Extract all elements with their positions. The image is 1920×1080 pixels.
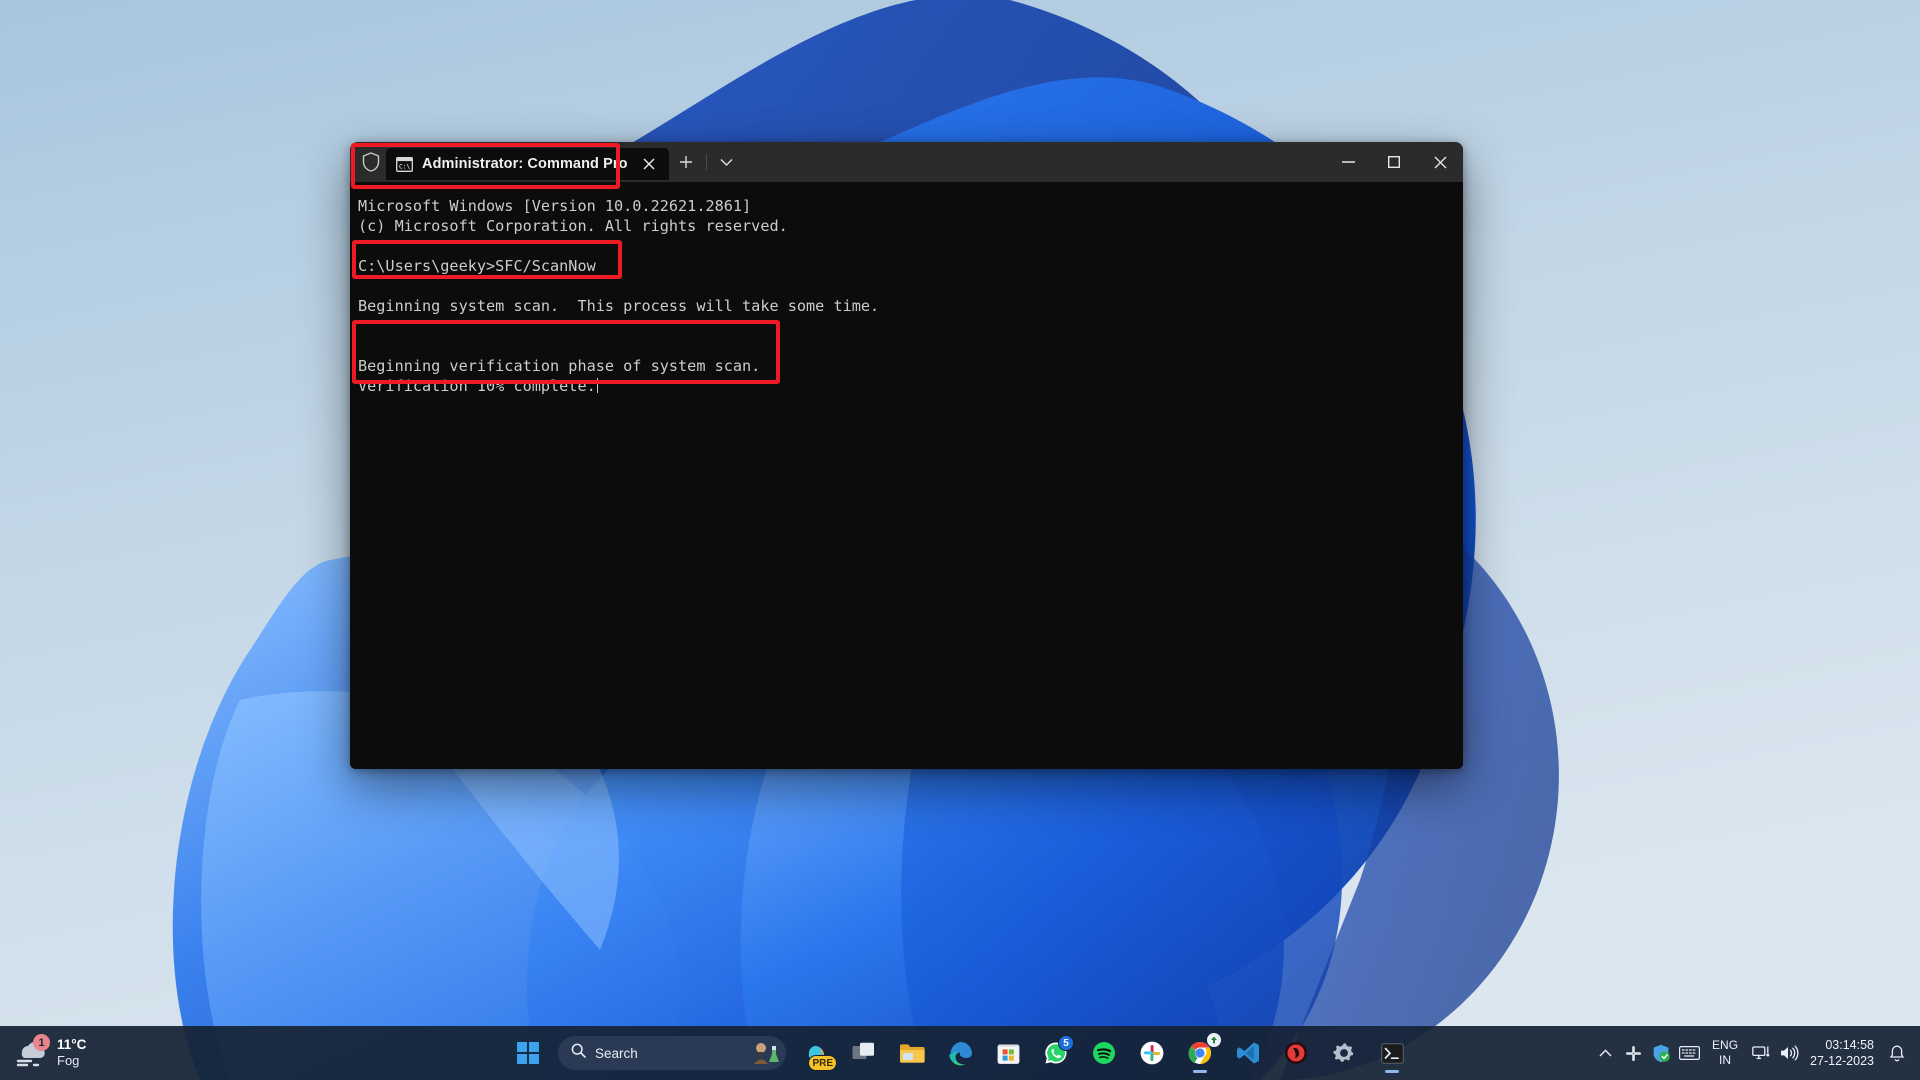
keyboard-icon[interactable] [1676,1033,1702,1073]
terminal-line-version: Microsoft Windows [Version 10.0.22621.28… [358,197,752,215]
weather-widget[interactable]: 1 11°C Fog [0,1034,300,1070]
weather-condition: Fog [57,1053,80,1069]
start-button[interactable] [506,1031,550,1075]
close-button[interactable] [1417,142,1463,182]
red-app-icon[interactable] [1274,1031,1318,1075]
chevron-down-icon[interactable] [712,147,742,177]
clock[interactable]: 03:14:58 27-12-2023 [1804,1037,1882,1069]
titlebar-drag-area[interactable] [742,142,1325,182]
search-icon [571,1043,586,1063]
terminal-line-scan: Beginning system scan. This process will… [358,297,880,315]
clock-date: 27-12-2023 [1810,1054,1874,1068]
slack-icon[interactable] [1130,1031,1174,1075]
cmd-icon: C:\ [396,156,413,172]
bell-icon[interactable] [1884,1033,1910,1073]
terminal-blank-2 [358,276,1463,296]
edge-icon[interactable] [938,1031,982,1075]
slack-tray-icon[interactable] [1620,1033,1646,1073]
terminal-line-verify: Beginning verification phase of system s… [358,357,761,375]
shield-icon [358,149,384,175]
spotify-icon[interactable] [1082,1031,1126,1075]
vscode-icon[interactable] [1226,1031,1270,1075]
chrome-update-badge [1207,1033,1221,1047]
terminal-tab[interactable]: C:\ Administrator: Command Pro [386,148,669,180]
chevron-up-icon[interactable] [1592,1033,1618,1073]
new-tab-button[interactable] [671,147,701,177]
terminal-line-copyright: (c) Microsoft Corporation. All rights re… [358,217,788,235]
terminal-blank-1 [358,236,1463,256]
copilot-preview-badge: PRE [808,1055,837,1071]
tab-close-icon[interactable] [637,152,661,176]
terminal-icon[interactable] [1370,1031,1414,1075]
copilot-icon[interactable]: PRE [794,1031,838,1075]
taskbar[interactable]: 1 11°C Fog Search PRE 5 ENG IN 03:14:58 … [0,1026,1920,1080]
settings-icon[interactable] [1322,1031,1366,1075]
terminal-line-prompt: C:\Users\geeky>SFC/ScanNow [358,257,596,275]
terminal-line-progress: Verification 10% complete. [358,377,596,395]
whatsapp-icon[interactable]: 5 [1034,1031,1078,1075]
network-icon[interactable] [1748,1033,1774,1073]
maximize-button[interactable] [1371,142,1417,182]
terminal-output[interactable]: Microsoft Windows [Version 10.0.22621.28… [350,182,1463,769]
language-indicator[interactable]: ENG IN [1704,1038,1746,1067]
weather-temperature: 11°C [57,1036,87,1052]
minimize-button[interactable] [1325,142,1371,182]
task-view-icon[interactable] [842,1031,886,1075]
chrome-icon[interactable] [1178,1031,1222,1075]
search-input[interactable]: Search [558,1036,786,1070]
command-prompt-window[interactable]: C:\ Administrator: Command Pro Microsoft… [350,142,1463,769]
terminal-line-progress-wrap: Verification 10% complete. [358,376,1463,396]
toolbar-divider [705,154,707,170]
microsoft-store-icon[interactable] [986,1031,1030,1075]
whatsapp-badge: 5 [1058,1035,1074,1051]
svg-text:C:\: C:\ [399,163,410,170]
file-explorer-icon[interactable] [890,1031,934,1075]
tab-title: Administrator: Command Pro [422,156,628,172]
taskbar-apps[interactable]: Search PRE 5 [506,1031,1414,1075]
system-tray[interactable]: ENG IN 03:14:58 27-12-2023 [1592,1026,1920,1080]
clock-time: 03:14:58 [1825,1038,1874,1052]
search-placeholder: Search [595,1045,638,1061]
fog-cloud-icon: 1 [14,1034,50,1068]
volume-icon[interactable] [1776,1033,1802,1073]
search-highlight-image [750,1040,780,1066]
weather-badge: 1 [33,1034,50,1051]
region-code: IN [1719,1053,1732,1067]
terminal-blank-4 [358,336,1463,356]
window-titlebar[interactable]: C:\ Administrator: Command Pro [350,142,1463,182]
shield-check-icon[interactable] [1648,1033,1674,1073]
text-cursor [596,378,599,393]
language-code: ENG [1712,1038,1739,1053]
terminal-blank-3 [358,316,1463,336]
